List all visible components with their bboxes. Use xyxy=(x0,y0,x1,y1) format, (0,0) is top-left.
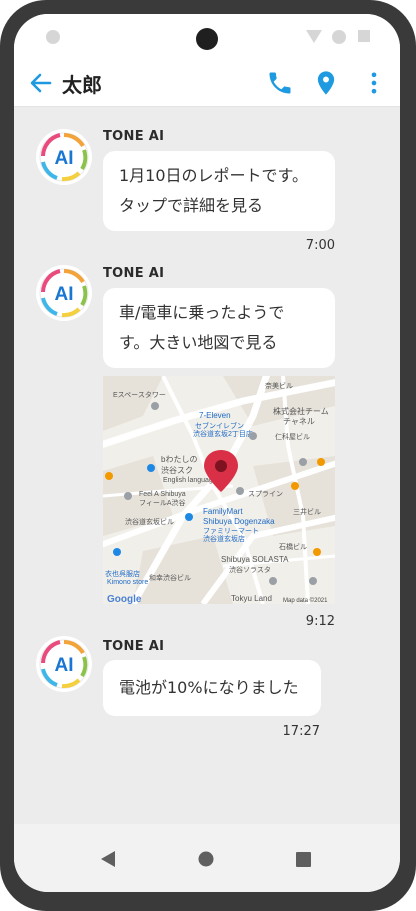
map-label: 仁科屋ビル xyxy=(275,432,310,441)
svg-text:AI: AI xyxy=(55,655,74,676)
message-bubble-battery[interactable]: 電池が10%になりました xyxy=(103,660,321,716)
google-logo: Google xyxy=(107,594,142,604)
svg-text:AI: AI xyxy=(55,148,74,169)
map-label: 渋谷スク xyxy=(161,465,193,475)
recents-square-icon[interactable] xyxy=(296,852,311,867)
status-circle-icon xyxy=(332,30,346,44)
message-line: す。大きい地図で見る xyxy=(119,333,278,352)
map-label: Eスペースタワー xyxy=(113,390,166,399)
message-line: タップで詳細を見る xyxy=(119,196,264,215)
home-circle-icon[interactable] xyxy=(198,851,214,867)
map-label: 三井ビル xyxy=(293,507,321,516)
map-label: Shibuya Dogenzaka xyxy=(203,517,275,526)
location-pin-icon[interactable] xyxy=(312,69,340,97)
status-dot-icon xyxy=(46,30,60,44)
map-label: Feel A Shibuya xyxy=(139,491,186,498)
signal-icon xyxy=(306,30,322,43)
map-label: 7-Eleven xyxy=(199,411,231,420)
map-label: bわたしの xyxy=(161,455,197,464)
message-line: 1月10日のレポートです。 xyxy=(119,166,308,185)
message-line: 車/電車に乗ったようで xyxy=(119,303,285,322)
timestamp: 7:00 xyxy=(305,238,335,253)
battery-icon xyxy=(358,30,370,42)
timestamp: 9:12 xyxy=(305,614,335,629)
phone-frame: 太郎 AI TONE AI 1月10日のレポートです。 タップで詳細を見る 7:… xyxy=(0,0,416,911)
map-label: Kimono store xyxy=(107,579,148,586)
message-bubble-map-link[interactable]: 車/電車に乗ったようで す。大きい地図で見る xyxy=(103,288,335,368)
map-label: 衣也呉服店 xyxy=(105,569,140,578)
message-bubble-report[interactable]: 1月10日のレポートです。 タップで詳細を見る xyxy=(103,151,335,231)
map-label: FamilyMart xyxy=(203,507,243,516)
screen: 太郎 AI TONE AI 1月10日のレポートです。 タップで詳細を見る 7:… xyxy=(14,14,400,892)
svg-text:AI: AI xyxy=(55,284,74,305)
avatar: AI xyxy=(36,636,92,692)
map-label: 石橋ビル xyxy=(279,542,307,551)
map-label: Shibuya SOLASTA xyxy=(221,555,289,564)
more-vertical-icon[interactable] xyxy=(360,69,388,97)
map-label: 株式会社チーム xyxy=(273,406,329,416)
map-label: スプライン xyxy=(248,490,283,498)
timestamp: 17:27 xyxy=(282,724,320,739)
map-label: ファミリーマート xyxy=(203,527,259,535)
map-label: セブンイレブン xyxy=(195,421,244,430)
avatar: AI xyxy=(36,265,92,321)
avatar: AI xyxy=(36,129,92,185)
tone-ai-logo-icon: AI xyxy=(39,639,89,689)
arrow-left-icon[interactable] xyxy=(28,70,54,96)
map-label: フィールA渋谷 xyxy=(139,498,186,507)
map-label: 和幸渋谷ビル xyxy=(149,573,191,582)
sender-name: TONE AI xyxy=(103,266,165,281)
sender-name: TONE AI xyxy=(103,129,165,144)
front-camera xyxy=(196,28,218,50)
map-thumbnail[interactable]: 奈美ビル Eスペースタワー 7-Eleven セブンイレブン 渋谷道玄坂2丁目店… xyxy=(103,376,335,604)
back-triangle-icon[interactable] xyxy=(100,850,116,868)
system-nav-bar xyxy=(14,824,400,892)
map-label: チャネル xyxy=(283,417,315,426)
map-attribution: Map data ©2021 xyxy=(283,597,328,604)
map-label: 渋谷道玄坂ビル xyxy=(125,517,174,526)
tone-ai-logo-icon: AI xyxy=(39,268,89,318)
app-bar: 太郎 xyxy=(14,60,400,107)
map-image: 奈美ビル Eスペースタワー 7-Eleven セブンイレブン 渋谷道玄坂2丁目店… xyxy=(103,376,335,604)
tone-ai-logo-icon: AI xyxy=(39,132,89,182)
map-label: 渋谷道玄坂2丁目店 xyxy=(193,429,253,438)
message-line: 電池が10%になりました xyxy=(119,678,299,697)
phone-icon[interactable] xyxy=(266,69,294,97)
map-label: Tokyu Land xyxy=(231,594,272,603)
map-label: 渋谷道玄坂店 xyxy=(203,534,245,543)
chat-title: 太郎 xyxy=(62,73,102,97)
status-bar xyxy=(14,14,400,60)
map-label: 奈美ビル xyxy=(265,381,293,390)
map-label: English language xyxy=(163,477,217,484)
sender-name: TONE AI xyxy=(103,639,165,654)
map-label: 渋谷ソラスタ xyxy=(229,565,271,574)
